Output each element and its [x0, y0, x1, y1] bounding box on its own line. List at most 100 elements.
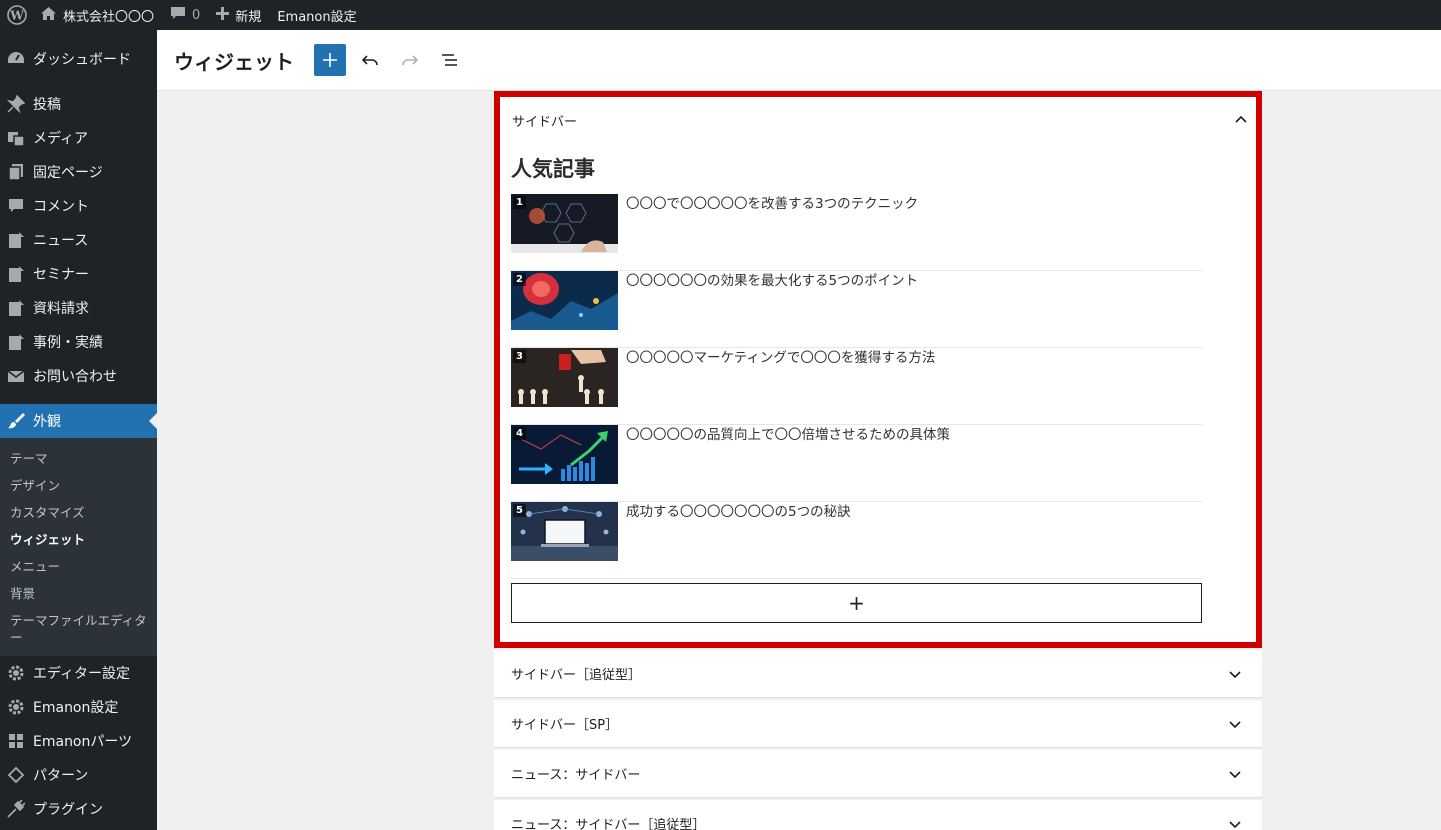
menu-posts[interactable]: 投稿: [0, 87, 157, 121]
menu-seminar[interactable]: セミナー: [0, 257, 157, 291]
admin-bar: W 株式会社〇〇〇 0 新規 Emanon設定: [0, 0, 1441, 30]
block-inserter-button[interactable]: [314, 44, 346, 76]
home-icon: [40, 6, 57, 25]
wordpress-logo-icon[interactable]: W: [2, 0, 32, 30]
page-title: ウィジェット: [174, 49, 294, 74]
mail-icon: [6, 366, 26, 386]
new-content-link[interactable]: 新規: [208, 0, 269, 30]
list-view-icon: [442, 54, 457, 66]
menu-pages[interactable]: 固定ページ: [0, 155, 157, 189]
post-thumbnail[interactable]: 5: [511, 502, 618, 561]
grid-icon: [6, 731, 26, 751]
plugin-icon: [6, 799, 26, 819]
post-rank: 3: [513, 350, 526, 363]
undo-button[interactable]: [354, 44, 386, 76]
post-thumbnail[interactable]: 3: [511, 348, 618, 407]
redo-icon: [402, 55, 419, 66]
pattern-icon: [6, 765, 26, 785]
media-icon: [6, 128, 26, 148]
post-rank: 1: [513, 196, 526, 209]
plus-icon: +: [848, 591, 865, 615]
plus-icon: [323, 53, 337, 67]
submenu-menus[interactable]: メニュー: [0, 553, 157, 580]
menu-contact[interactable]: お問い合わせ: [0, 359, 157, 393]
plus-icon: [216, 6, 230, 24]
chevron-down-icon[interactable]: [1228, 717, 1242, 731]
widget-area-sidebar-sp[interactable]: サイドバー［SP］: [494, 700, 1262, 748]
post-title[interactable]: 〇〇〇〇〇〇の効果を最大化する5つのポイント: [626, 272, 918, 347]
menu-comments[interactable]: コメント: [0, 189, 157, 223]
post-icon: [6, 332, 26, 352]
popular-post-item[interactable]: 1 〇〇〇で〇〇〇〇〇を改善する3つのテクニック: [511, 194, 1202, 271]
submenu-theme-file-editor[interactable]: テーマファイルエディター: [0, 607, 157, 650]
menu-case-studies[interactable]: 事例・実績: [0, 325, 157, 359]
post-thumbnail[interactable]: 2: [511, 271, 618, 330]
submenu-themes[interactable]: テーマ: [0, 445, 157, 472]
menu-media[interactable]: メディア: [0, 121, 157, 155]
submenu-customize[interactable]: カスタマイズ: [0, 499, 157, 526]
menu-patterns[interactable]: パターン: [0, 758, 157, 792]
popular-post-item[interactable]: 2 〇〇〇〇〇〇の効果を最大化する5つのポイント: [511, 271, 1202, 348]
post-icon: [6, 264, 26, 284]
comment-icon: [6, 196, 26, 216]
pages-icon: [6, 162, 26, 182]
post-icon: [6, 230, 26, 250]
post-title[interactable]: 成功する〇〇〇〇〇〇〇の5つの秘訣: [626, 503, 851, 578]
widget-title: 人気記事: [511, 157, 595, 181]
widget-area-title: ニュース：サイドバー: [511, 768, 641, 783]
comments-count: 0: [192, 7, 201, 23]
admin-sidebar: ダッシュボード 投稿 メディア 固定ページ コメント ニュース セミナー 資料請…: [0, 30, 157, 830]
widget-area-title: サイドバー［追従型］: [511, 668, 642, 683]
widget-area-header[interactable]: サイドバー: [500, 97, 1256, 143]
submenu-design[interactable]: デザイン: [0, 472, 157, 499]
post-title[interactable]: 〇〇〇〇〇の品質向上で〇〇倍増させるための具体策: [626, 426, 950, 501]
dashboard-icon: [6, 49, 26, 69]
menu-document-request[interactable]: 資料請求: [0, 291, 157, 325]
list-view-button[interactable]: [434, 44, 466, 76]
menu-editor-settings[interactable]: エディター設定: [0, 656, 157, 690]
menu-dashboard[interactable]: ダッシュボード: [0, 42, 157, 76]
theme-settings-label: Emanon設定: [277, 9, 357, 25]
post-thumbnail[interactable]: 1: [511, 194, 618, 253]
svg-text:W: W: [9, 9, 24, 23]
undo-icon: [361, 55, 378, 66]
post-title[interactable]: 〇〇〇で〇〇〇〇〇を改善する3つのテクニック: [626, 195, 918, 270]
pin-icon: [6, 94, 26, 114]
menu-emanon-parts[interactable]: Emanonパーツ: [0, 724, 157, 758]
chevron-down-icon[interactable]: [1228, 667, 1242, 681]
editor-header: ウィジェット: [157, 30, 1441, 91]
menu-plugins[interactable]: プラグイン: [0, 792, 157, 826]
widget-area-news-sidebar[interactable]: ニュース：サイドバー: [494, 750, 1262, 798]
submenu-widgets[interactable]: ウィジェット: [0, 526, 157, 553]
menu-appearance[interactable]: 外観: [0, 404, 157, 438]
chevron-down-icon[interactable]: [1228, 767, 1242, 781]
theme-settings-link[interactable]: Emanon設定: [269, 0, 364, 30]
menu-emanon-settings[interactable]: Emanon設定: [0, 690, 157, 724]
post-rank: 2: [513, 273, 526, 286]
appearance-submenu: テーマ デザイン カスタマイズ ウィジェット メニュー 背景 テーマファイルエデ…: [0, 438, 157, 656]
widget-area-title: サイドバー: [512, 114, 578, 130]
widget-area-sidebar-sticky[interactable]: サイドバー［追従型］: [494, 650, 1262, 698]
widget-area-title: ニュース：サイドバー［追従型］: [511, 818, 706, 830]
comment-bubble-icon: [170, 6, 186, 25]
popular-post-item[interactable]: 3 〇〇〇〇〇マーケティングで〇〇〇を獲得する方法: [511, 348, 1202, 425]
comments-link[interactable]: 0: [162, 0, 208, 30]
widget-areas: サイドバー 人気記事 1 〇〇〇で〇〇〇〇〇を改善する3つのテクニック 2 〇〇…: [494, 91, 1262, 830]
site-name: 株式会社〇〇〇: [63, 9, 155, 25]
post-icon: [6, 298, 26, 318]
widget-area-content: 人気記事 1 〇〇〇で〇〇〇〇〇を改善する3つのテクニック 2 〇〇〇〇〇〇の効…: [500, 143, 1256, 623]
post-title[interactable]: 〇〇〇〇〇マーケティングで〇〇〇を獲得する方法: [626, 349, 935, 424]
submenu-background[interactable]: 背景: [0, 580, 157, 607]
popular-post-item[interactable]: 4 〇〇〇〇〇の品質向上で〇〇倍増させるための具体策: [511, 425, 1202, 502]
popular-post-item[interactable]: 5 成功する〇〇〇〇〇〇〇の5つの秘訣: [511, 502, 1202, 579]
chevron-down-icon[interactable]: [1228, 817, 1242, 830]
widget-area-title: サイドバー［SP］: [511, 718, 619, 733]
site-name-link[interactable]: 株式会社〇〇〇: [32, 0, 162, 30]
widget-area-sidebar: サイドバー 人気記事 1 〇〇〇で〇〇〇〇〇を改善する3つのテクニック 2 〇〇…: [494, 91, 1262, 648]
add-block-button[interactable]: +: [511, 583, 1202, 623]
widget-area-news-sidebar-sticky[interactable]: ニュース：サイドバー［追従型］: [494, 800, 1262, 830]
chevron-up-icon[interactable]: [1234, 113, 1248, 127]
menu-news[interactable]: ニュース: [0, 223, 157, 257]
post-thumbnail[interactable]: 4: [511, 425, 618, 484]
redo-button[interactable]: [394, 44, 426, 76]
